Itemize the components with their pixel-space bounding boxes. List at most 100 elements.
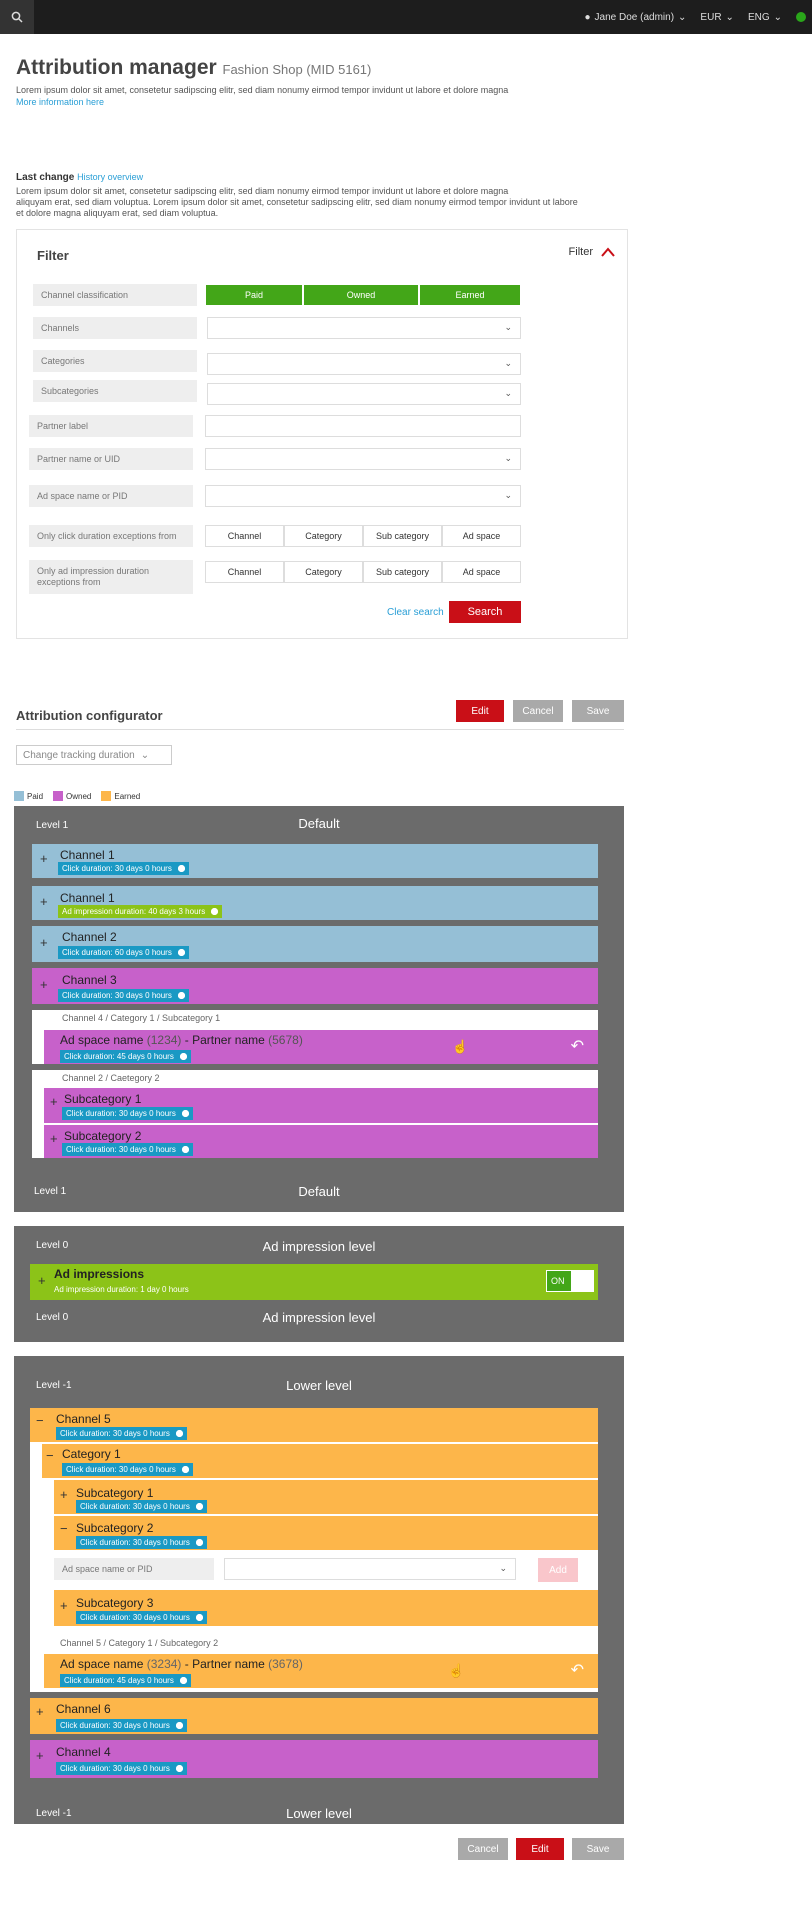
undo-icon[interactable]: ↶ [571, 1660, 584, 1680]
search-button[interactable]: Search [449, 601, 521, 623]
undo-icon[interactable]: ↶ [571, 1036, 584, 1056]
duration-tag[interactable]: Click duration: 30 days 0 hours [58, 862, 189, 875]
click-exc-subcategory[interactable]: Sub category [363, 525, 442, 547]
adspace-row[interactable]: Ad space name (1234) - Partner name (567… [44, 1030, 598, 1064]
expand-icon[interactable]: + [38, 1273, 46, 1288]
filter-title: Filter [37, 248, 69, 263]
search-button[interactable] [0, 0, 34, 34]
history-overview-link[interactable]: History overview [77, 172, 143, 182]
gear-icon[interactable] [175, 1765, 183, 1773]
gear-icon[interactable] [211, 908, 219, 916]
gear-icon[interactable] [181, 1110, 189, 1118]
gear-icon[interactable] [177, 865, 185, 873]
cancel-button[interactable]: Cancel [513, 700, 563, 722]
gear-icon[interactable] [179, 1053, 187, 1061]
duration-tag[interactable]: Click duration: 30 days 0 hours [56, 1762, 187, 1775]
expand-icon[interactable]: + [40, 935, 48, 950]
duration-tag[interactable]: Click duration: 45 days 0 hours [60, 1050, 191, 1063]
partner-label-input[interactable] [205, 415, 521, 437]
click-exc-channel[interactable]: Channel [205, 525, 284, 547]
duration-tag[interactable]: Click duration: 30 days 0 hours [58, 989, 189, 1002]
expand-icon[interactable]: + [60, 1598, 68, 1613]
channel-row[interactable]: + Channel 3 Click duration: 30 days 0 ho… [32, 968, 598, 1004]
duration-tag[interactable]: Click duration: 30 days 0 hours [76, 1611, 207, 1624]
duration-tag[interactable]: Click duration: 30 days 0 hours [76, 1500, 207, 1513]
click-exc-adspace[interactable]: Ad space [442, 525, 521, 547]
gear-icon[interactable] [177, 949, 185, 957]
channel-row[interactable]: − Channel 5 Click duration: 30 days 0 ho… [30, 1408, 598, 1442]
edit-button[interactable]: Edit [456, 700, 504, 722]
expand-icon[interactable]: + [36, 1704, 44, 1719]
category-row[interactable]: − Category 1 Click duration: 30 days 0 h… [42, 1444, 598, 1478]
duration-tag[interactable]: Click duration: 45 days 0 hours [60, 1674, 191, 1687]
add-button[interactable]: Add [538, 1558, 578, 1582]
gear-icon[interactable] [195, 1614, 203, 1622]
subcategory-row[interactable]: + Subcategory 1 Click duration: 30 days … [44, 1088, 598, 1123]
expand-icon[interactable]: + [36, 1748, 44, 1763]
duration-tag[interactable]: Click duration: 30 days 0 hours [62, 1143, 193, 1156]
duration-tag[interactable]: Click duration: 30 days 0 hours [76, 1536, 207, 1549]
ad-space-select[interactable]: ⌄ [224, 1558, 516, 1580]
class-owned-button[interactable]: Owned [303, 284, 419, 306]
expand-icon[interactable]: + [50, 1131, 58, 1146]
gear-icon[interactable] [177, 992, 185, 1000]
click-exc-category[interactable]: Category [284, 525, 363, 547]
gear-icon[interactable] [195, 1503, 203, 1511]
user-menu[interactable]: ● Jane Doe (admin) ⌄ [585, 12, 687, 23]
class-earned-button[interactable]: Earned [419, 284, 521, 306]
channels-select[interactable]: ⌄ [207, 317, 521, 339]
collapse-icon[interactable]: − [60, 1521, 68, 1536]
channel-row[interactable]: + Channel 2 Click duration: 60 days 0 ho… [32, 926, 598, 962]
subcategories-select[interactable]: ⌄ [207, 383, 521, 405]
gear-icon[interactable] [181, 1146, 189, 1154]
partner-name-select[interactable]: ⌄ [205, 448, 521, 470]
expand-icon[interactable]: + [50, 1094, 58, 1109]
subcategory-row[interactable]: + Subcategory 3 Click duration: 30 days … [54, 1590, 598, 1626]
channel-row[interactable]: + Channel 4 Click duration: 30 days 0 ho… [30, 1740, 598, 1778]
tracking-duration-dropdown[interactable]: Change tracking duration ⌄ [16, 745, 172, 765]
footer-cancel-button[interactable]: Cancel [458, 1838, 508, 1860]
channel-row[interactable]: + Channel 1 Click duration: 30 days 0 ho… [32, 844, 598, 878]
imp-exc-category[interactable]: Category [284, 561, 363, 583]
ad-impressions-row[interactable]: + Ad impressions Ad impression duration:… [30, 1264, 598, 1300]
gear-icon[interactable] [179, 1677, 187, 1685]
subcategory-row[interactable]: − Subcategory 2 Click duration: 30 days … [54, 1516, 598, 1550]
class-paid-button[interactable]: Paid [205, 284, 303, 306]
duration-tag[interactable]: Click duration: 30 days 0 hours [56, 1719, 187, 1732]
duration-tag[interactable]: Click duration: 60 days 0 hours [58, 946, 189, 959]
duration-tag[interactable]: Click duration: 30 days 0 hours [56, 1427, 187, 1440]
adspace-row[interactable]: Ad space name (3234) - Partner name (367… [44, 1654, 598, 1688]
subcategory-row[interactable]: + Subcategory 2 Click duration: 30 days … [44, 1125, 598, 1158]
imp-exc-adspace[interactable]: Ad space [442, 561, 521, 583]
filter-toggle[interactable]: Filter [569, 246, 615, 258]
footer-edit-button[interactable]: Edit [516, 1838, 564, 1860]
gear-icon[interactable] [195, 1539, 203, 1547]
duration-tag[interactable]: Ad impression duration: 40 days 3 hours [58, 905, 223, 918]
gear-icon[interactable] [175, 1722, 183, 1730]
language-menu[interactable]: ENG ⌄ [748, 12, 782, 23]
collapse-icon[interactable]: − [46, 1448, 54, 1463]
gear-icon[interactable] [181, 1466, 189, 1474]
clear-search-link[interactable]: Clear search [387, 607, 444, 618]
expand-icon[interactable]: + [40, 977, 48, 992]
subcategory-row[interactable]: + Subcategory 1 Click duration: 30 days … [54, 1480, 598, 1514]
expand-icon[interactable]: + [40, 894, 48, 909]
channel-row[interactable]: + Channel 6 Click duration: 30 days 0 ho… [30, 1698, 598, 1734]
currency-menu[interactable]: EUR ⌄ [700, 12, 734, 23]
imp-exc-channel[interactable]: Channel [205, 561, 284, 583]
categories-select[interactable]: ⌄ [207, 353, 521, 375]
expand-icon[interactable]: + [40, 851, 48, 866]
channel-row[interactable]: + Channel 1 Ad impression duration: 40 d… [32, 886, 598, 920]
imp-exc-subcategory[interactable]: Sub category [363, 561, 442, 583]
save-button[interactable]: Save [572, 700, 624, 722]
duration-tag[interactable]: Click duration: 30 days 0 hours [62, 1463, 193, 1476]
impressions-toggle[interactable]: ON [546, 1270, 594, 1292]
duration-tag[interactable]: Click duration: 30 days 0 hours [62, 1107, 193, 1120]
gear-icon[interactable] [175, 1430, 183, 1438]
footer-save-button[interactable]: Save [572, 1838, 624, 1860]
collapse-icon[interactable]: − [36, 1413, 44, 1428]
subcategory-group: Channel 2 / Caetegory 2 + Subcategory 1 … [32, 1070, 598, 1158]
expand-icon[interactable]: + [60, 1487, 68, 1502]
ad-space-select[interactable]: ⌄ [205, 485, 521, 507]
more-info-link[interactable]: More information here [16, 97, 104, 107]
